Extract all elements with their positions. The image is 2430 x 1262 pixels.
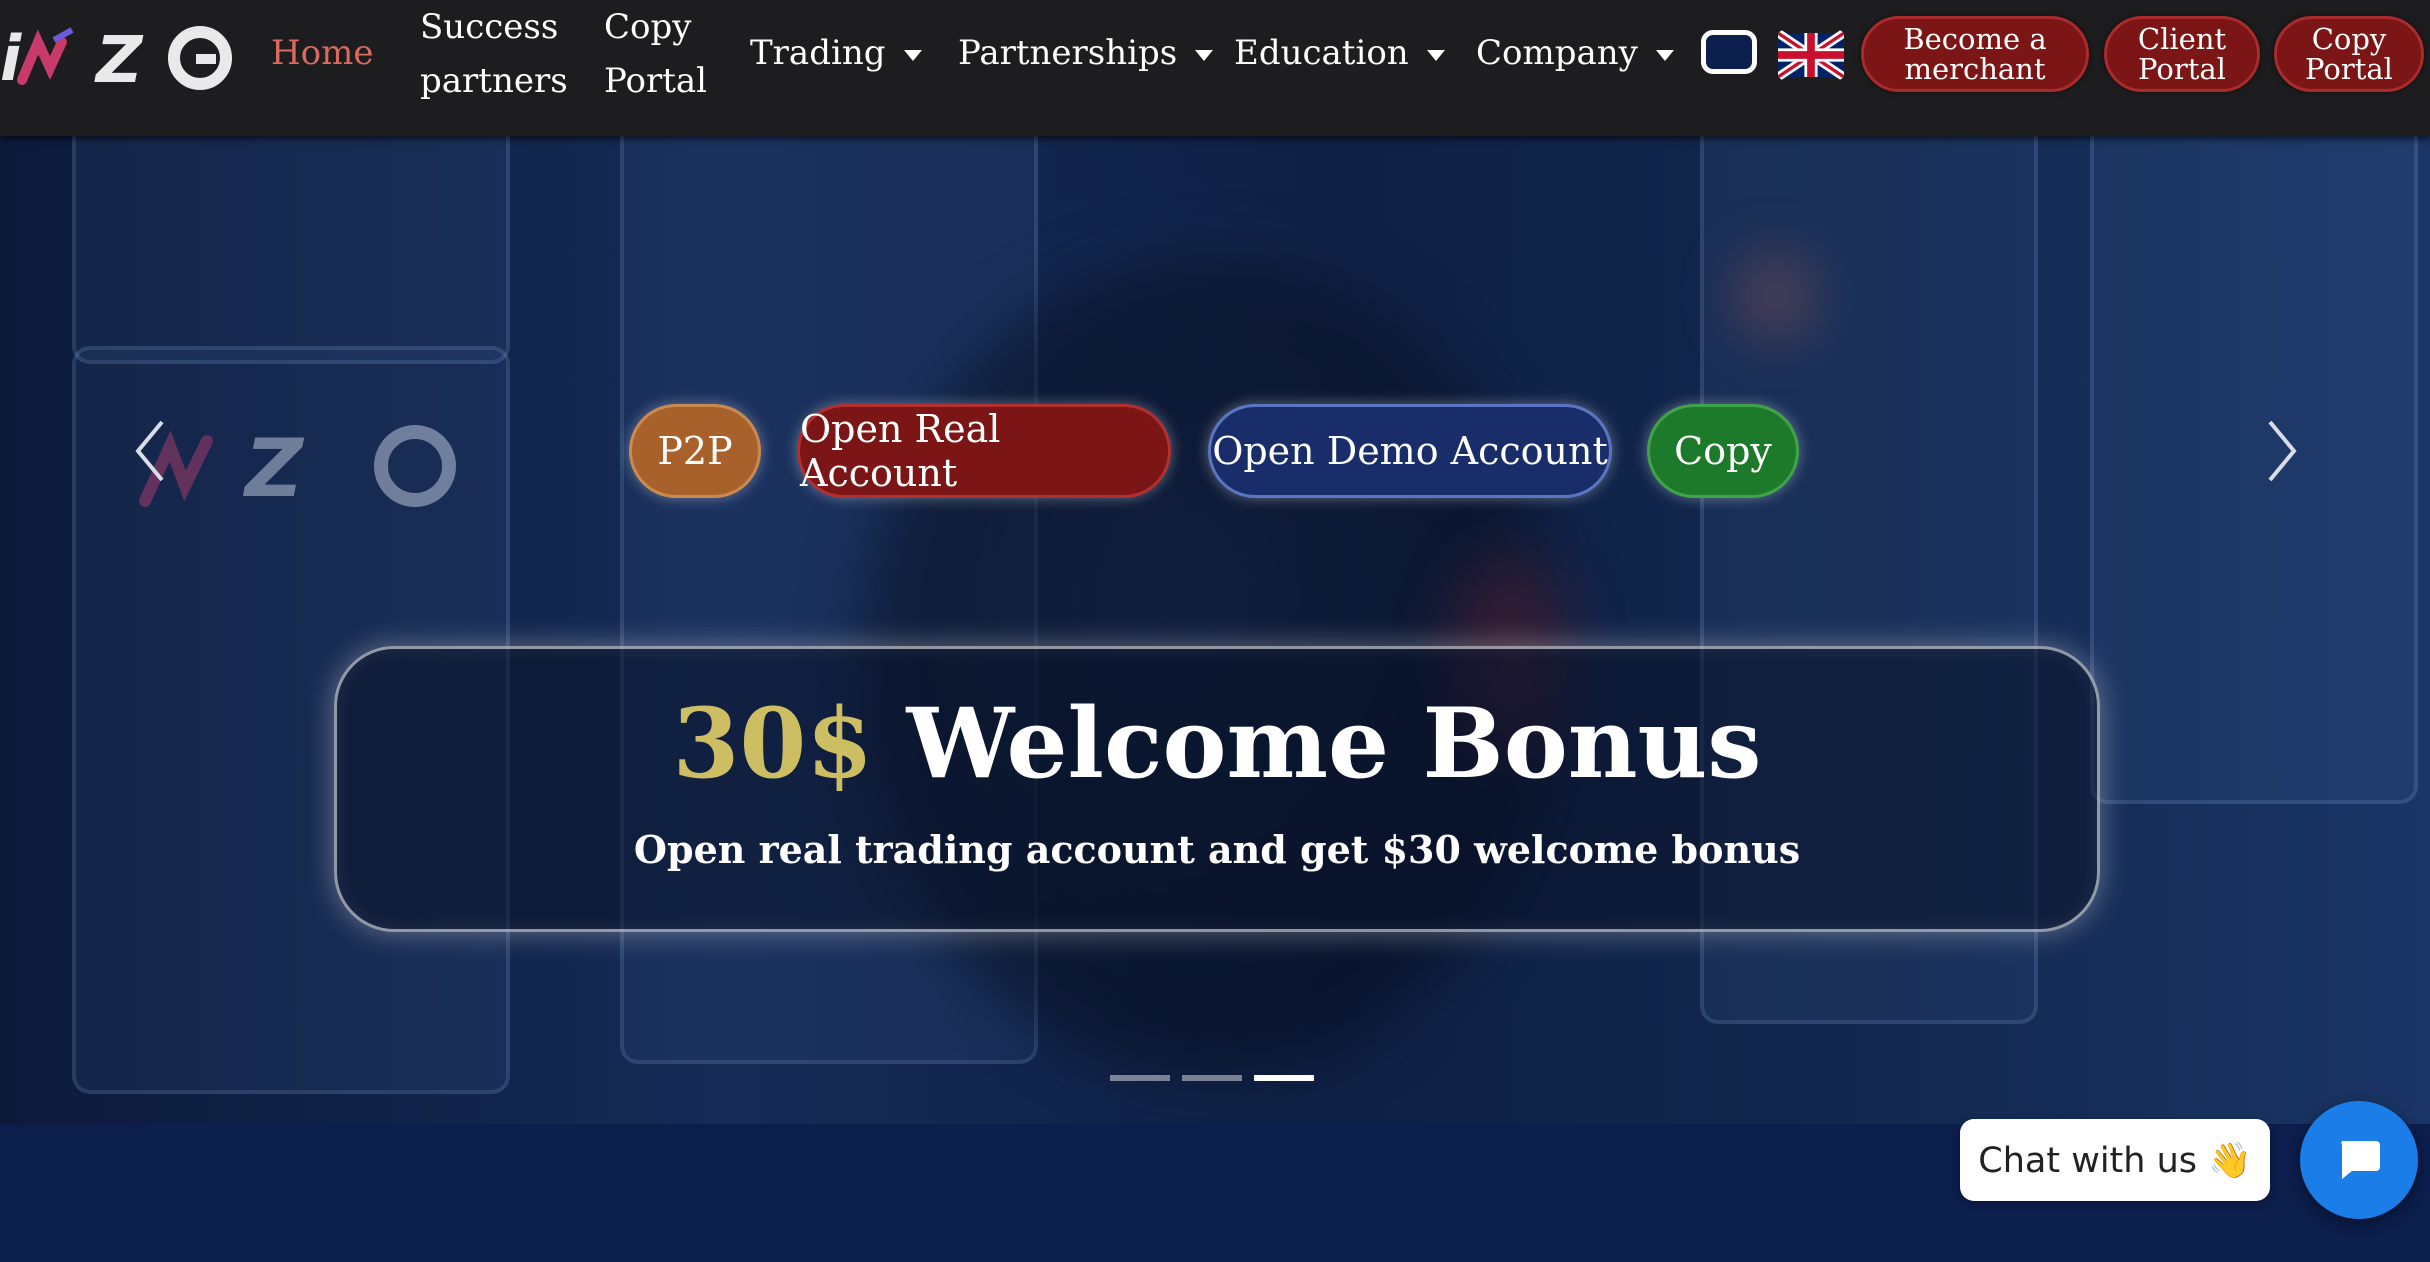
nav-partnerships-label: Partnerships xyxy=(958,33,1178,73)
uk-flag-icon[interactable] xyxy=(1778,30,1844,80)
chevron-down-icon xyxy=(1195,49,1214,61)
copy-portal-button[interactable]: Copy Portal xyxy=(2274,16,2424,92)
nav-copy-portal[interactable]: Copy Portal xyxy=(604,0,707,108)
chat-bubble-icon xyxy=(2341,1141,2380,1179)
hero-carousel: Z P2P Open Real Account Open Demo Accoun… xyxy=(0,136,2430,1124)
carousel-prev-arrow-icon[interactable] xyxy=(130,416,170,486)
carousel-next-arrow-icon[interactable] xyxy=(2262,416,2302,486)
bg-screen-panel xyxy=(72,136,510,364)
p2p-button[interactable]: P2P xyxy=(629,404,761,498)
become-merchant-button[interactable]: Become a merchant xyxy=(1861,16,2089,92)
nav-company-dropdown[interactable]: Company xyxy=(1476,26,1674,80)
nav-partnerships-dropdown[interactable]: Partnerships xyxy=(958,26,1214,80)
chat-launcher-button[interactable] xyxy=(2300,1101,2418,1219)
bg-light-glow xyxy=(1740,256,1810,336)
bonus-amount: 30$ xyxy=(672,687,874,800)
nav-copy-line2: Portal xyxy=(604,61,708,101)
theme-toggle-button[interactable] xyxy=(1701,30,1757,74)
bonus-title: Welcome Bonus xyxy=(906,687,1762,800)
copyportal-line2: Portal xyxy=(2305,52,2393,86)
nav-copy-line1: Copy xyxy=(604,7,692,47)
carousel-indicators xyxy=(1110,1066,1326,1081)
chevron-down-icon xyxy=(1655,49,1674,61)
welcome-bonus-card: 30$ Welcome Bonus Open real trading acco… xyxy=(334,646,2100,932)
bg-screen-panel xyxy=(2090,136,2418,804)
chat-with-us-label[interactable]: Chat with us 👋 xyxy=(1960,1119,2270,1201)
nav-home[interactable]: Home xyxy=(271,26,373,80)
top-navbar: i Z Home Success partners Copy Portal Tr… xyxy=(0,0,2430,136)
nav-success-line2: partners xyxy=(420,61,568,101)
merchant-line2: merchant xyxy=(1904,52,2046,86)
open-real-account-button[interactable]: Open Real Account xyxy=(797,404,1171,498)
carousel-indicator[interactable] xyxy=(1182,1075,1242,1081)
client-line2: Portal xyxy=(2138,52,2226,86)
bonus-subtitle: Open real trading account and get $30 we… xyxy=(633,827,1801,872)
nav-trading-label: Trading xyxy=(750,33,886,73)
chevron-down-icon xyxy=(903,49,922,61)
nav-trading-dropdown[interactable]: Trading xyxy=(750,26,922,80)
merchant-line1: Become a xyxy=(1903,22,2047,56)
client-line1: Client xyxy=(2137,22,2227,56)
nav-education-label: Education xyxy=(1234,33,1409,73)
client-portal-button[interactable]: Client Portal xyxy=(2104,16,2260,92)
nav-success-partners[interactable]: Success partners xyxy=(420,0,568,108)
inzo-logo[interactable]: i Z xyxy=(0,22,240,92)
inzo-watermark-logo: Z xyxy=(139,422,456,515)
nav-success-line1: Success xyxy=(420,7,559,47)
nav-company-label: Company xyxy=(1476,33,1638,73)
svg-text:Z: Z xyxy=(242,422,305,515)
bonus-heading: 30$ Welcome Bonus xyxy=(337,689,2097,799)
svg-text:Z: Z xyxy=(94,24,144,92)
carousel-indicator[interactable] xyxy=(1110,1075,1170,1081)
nav-education-dropdown[interactable]: Education xyxy=(1234,26,1445,80)
carousel-indicator-active[interactable] xyxy=(1254,1075,1314,1081)
chevron-down-icon xyxy=(1426,49,1445,61)
open-demo-account-button[interactable]: Open Demo Account xyxy=(1208,404,1612,498)
copy-button[interactable]: Copy xyxy=(1647,404,1799,498)
copyportal-line1: Copy xyxy=(2311,22,2387,56)
